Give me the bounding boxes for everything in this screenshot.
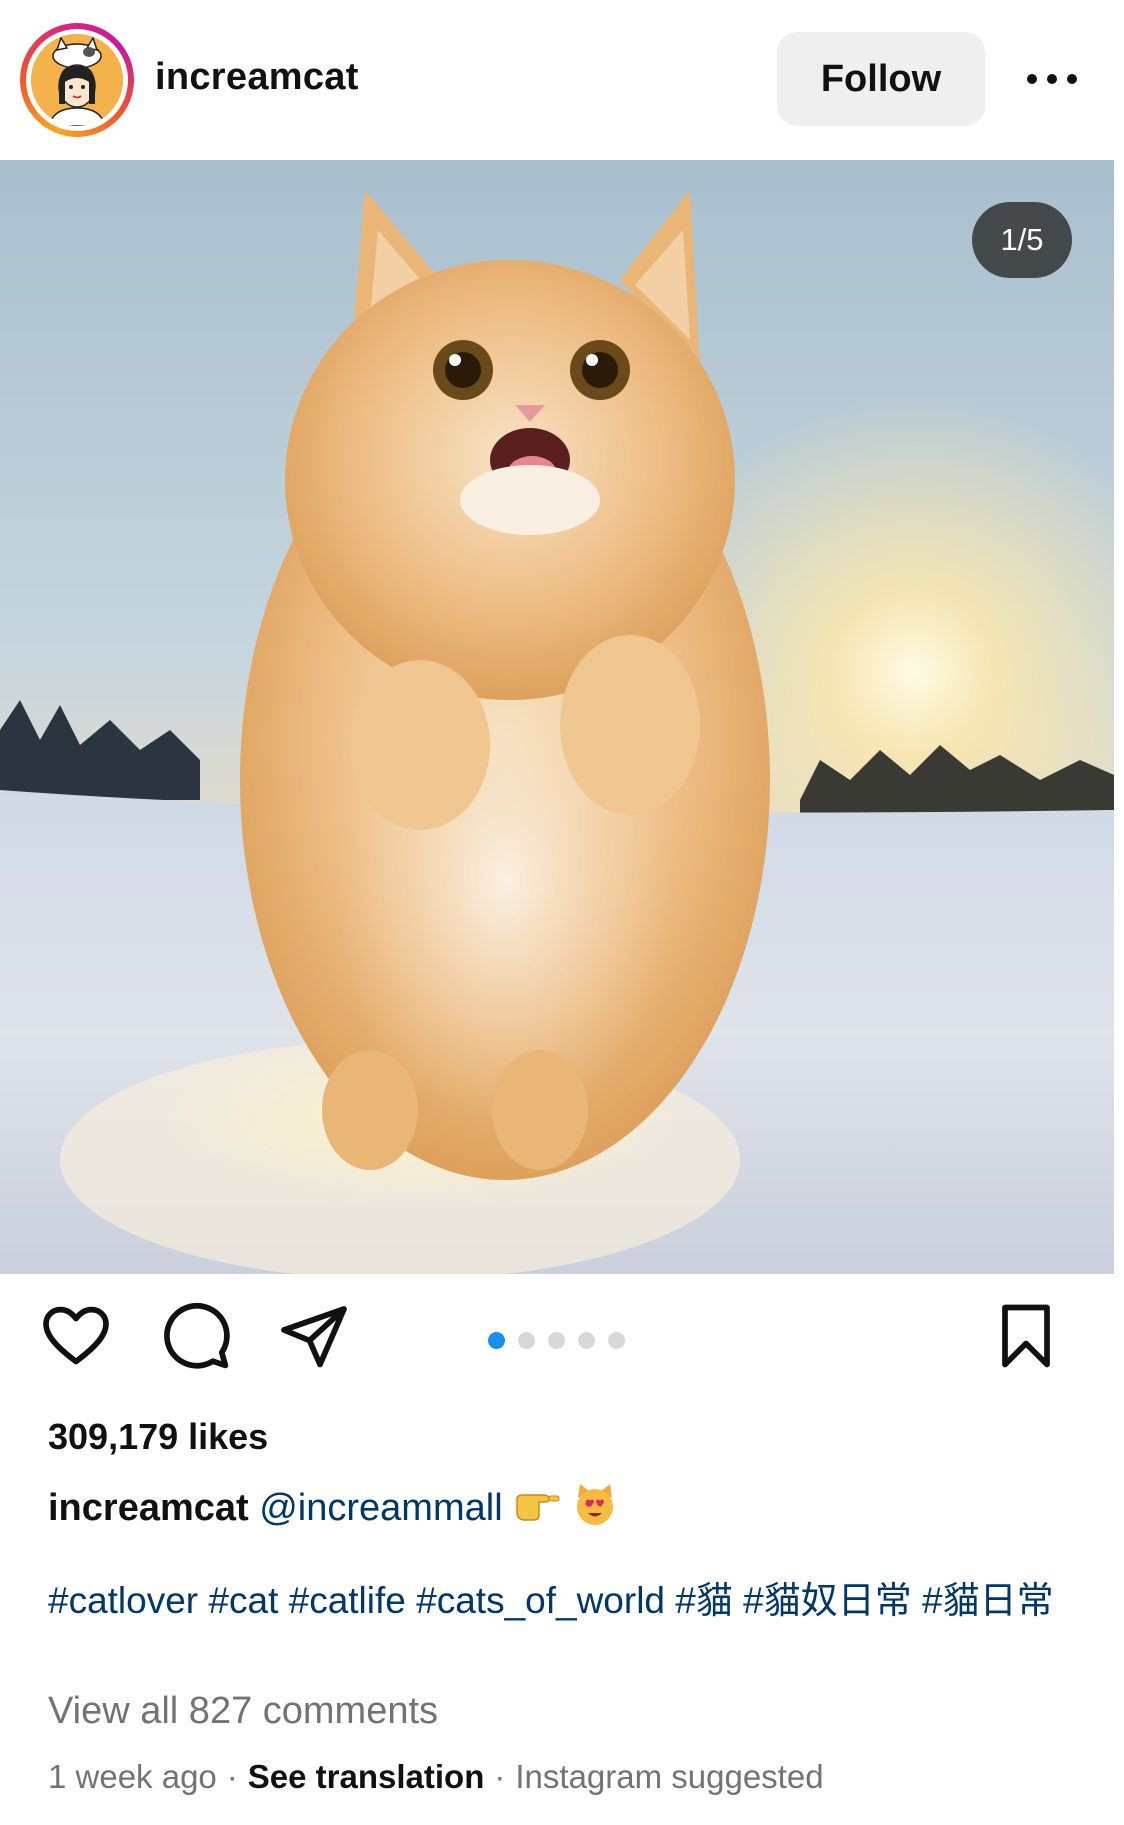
likes-count[interactable]: 309,179 likes	[48, 1416, 268, 1458]
cat-photo	[0, 160, 1114, 1274]
separator: ·	[494, 1758, 506, 1795]
carousel-dot	[518, 1332, 535, 1349]
post-image[interactable]	[0, 160, 1114, 1274]
separator: ·	[226, 1758, 238, 1795]
see-translation-link[interactable]: See translation	[248, 1758, 485, 1795]
image-counter: 1/5	[972, 202, 1072, 278]
story-ring[interactable]	[20, 23, 134, 137]
follow-button[interactable]: Follow	[777, 32, 985, 126]
heart-eyes-cat-emoji	[572, 1482, 618, 1538]
share-icon[interactable]	[278, 1300, 350, 1377]
caption-mention[interactable]: @increammall	[259, 1487, 502, 1529]
avatar[interactable]	[31, 34, 123, 126]
post-username[interactable]: increamcat	[155, 56, 359, 99]
more-icon[interactable]	[1024, 62, 1080, 96]
avatar-illustration	[31, 34, 123, 126]
comment-icon[interactable]	[160, 1300, 232, 1377]
time-ago: 1 week ago	[48, 1758, 217, 1795]
suggested-label: Instagram suggested	[515, 1758, 824, 1795]
bookmark-icon[interactable]	[990, 1300, 1062, 1377]
caption-hashtags[interactable]: #catlover #cat #catlife #cats_of_world #…	[48, 1578, 1068, 1624]
pointing-hand-emoji	[513, 1485, 561, 1535]
carousel-dot	[488, 1332, 505, 1349]
carousel-dot	[548, 1332, 565, 1349]
carousel-dot	[608, 1332, 625, 1349]
caption-username[interactable]: increamcat	[48, 1487, 249, 1529]
heart-icon[interactable]	[40, 1300, 112, 1377]
carousel-dot	[578, 1332, 595, 1349]
post-meta: 1 week ago · See translation · Instagram sug…	[48, 1758, 824, 1796]
caption: increamcat @increammall	[48, 1482, 618, 1538]
post-header: increamcat Follow	[0, 0, 1124, 160]
view-comments-link[interactable]: View all 827 comments	[48, 1690, 438, 1733]
action-bar	[0, 1300, 1124, 1400]
